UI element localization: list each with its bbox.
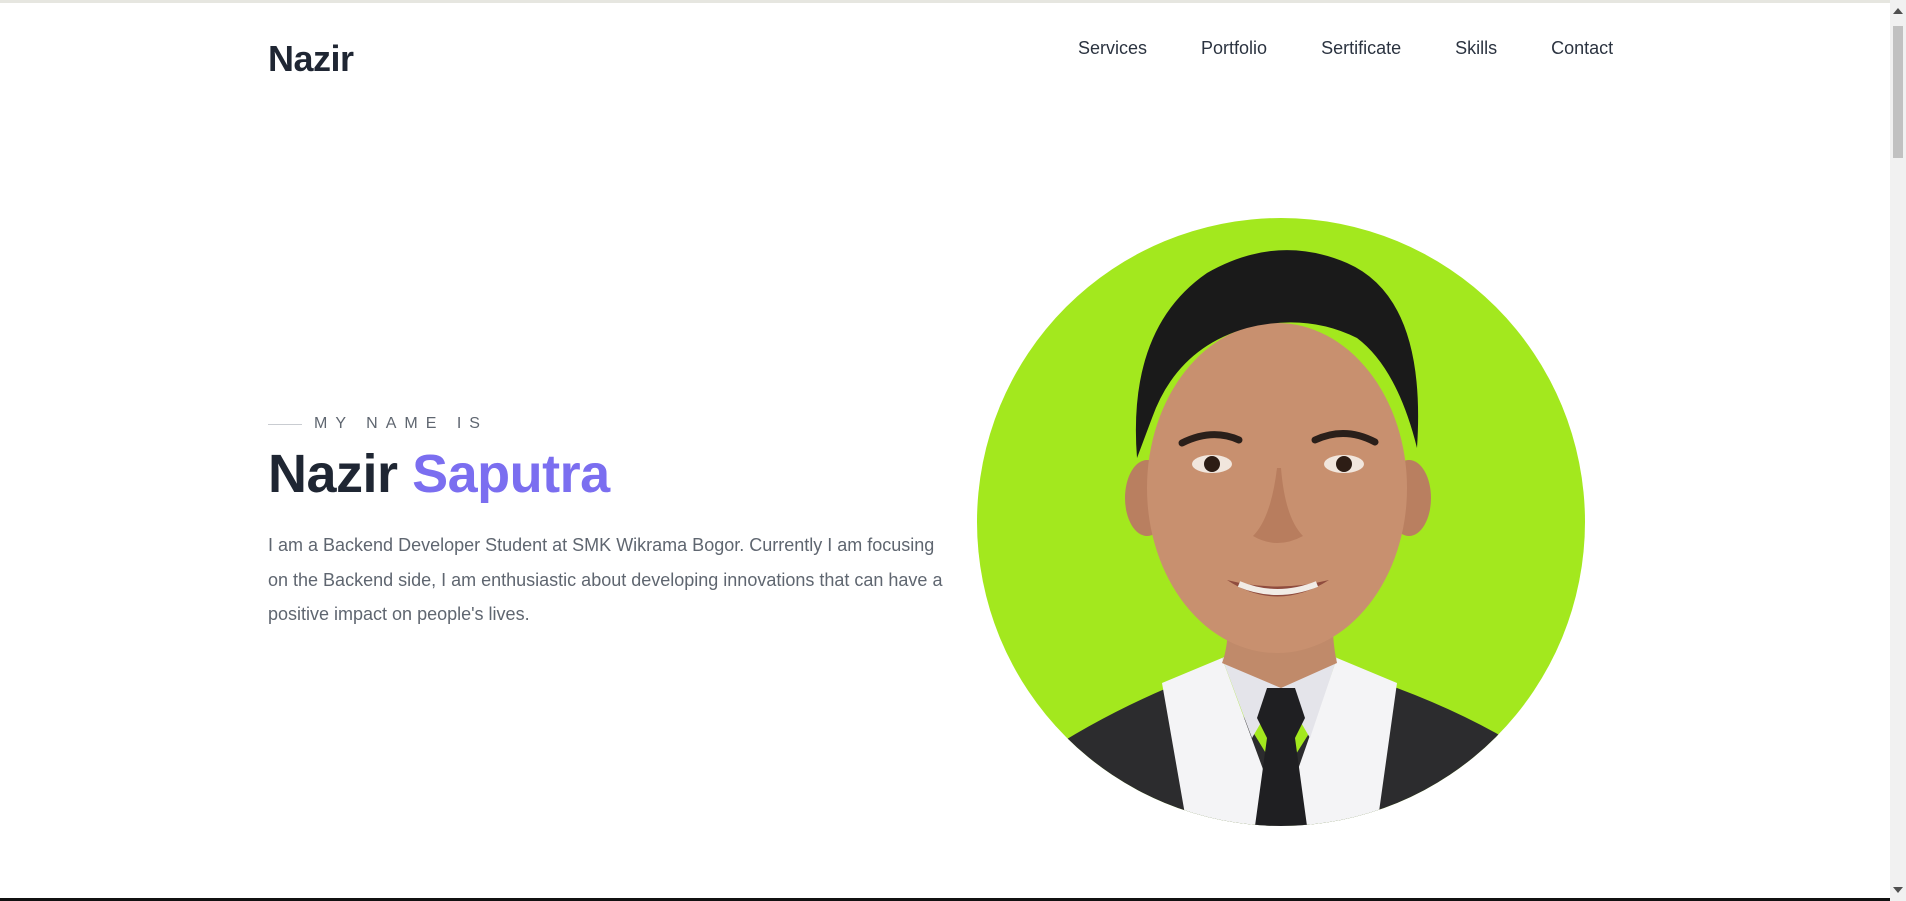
eyebrow-divider: [268, 423, 302, 425]
hero-last-name: Saputra: [412, 444, 610, 504]
main-nav: Services Portfolio Sertificate Skills Co…: [1078, 38, 1613, 59]
nav-portfolio[interactable]: Portfolio: [1201, 38, 1267, 59]
hero-eyebrow: MY NAME IS: [268, 415, 488, 433]
top-border: [0, 0, 1890, 3]
hero-title: Nazir Saputra: [268, 443, 610, 505]
portrait-photo: [977, 218, 1585, 826]
nav-contact[interactable]: Contact: [1551, 38, 1613, 59]
portrait-illustration: [977, 250, 1585, 826]
nav-services[interactable]: Services: [1078, 38, 1147, 59]
nav-sertificate[interactable]: Sertificate: [1321, 38, 1401, 59]
page: Nazir Services Portfolio Sertificate Ski…: [0, 0, 1906, 901]
page-scrollbar[interactable]: [1890, 0, 1906, 901]
scroll-thumb[interactable]: [1893, 26, 1903, 158]
eyebrow-text: MY NAME IS: [314, 415, 488, 432]
nav-skills[interactable]: Skills: [1455, 38, 1497, 59]
hero-first-name: Nazir: [268, 444, 398, 504]
brand-logo[interactable]: Nazir: [268, 38, 354, 80]
scroll-down-icon[interactable]: [1893, 887, 1903, 893]
scroll-up-icon[interactable]: [1893, 8, 1903, 14]
hero-description: I am a Backend Developer Student at SMK …: [268, 535, 943, 624]
